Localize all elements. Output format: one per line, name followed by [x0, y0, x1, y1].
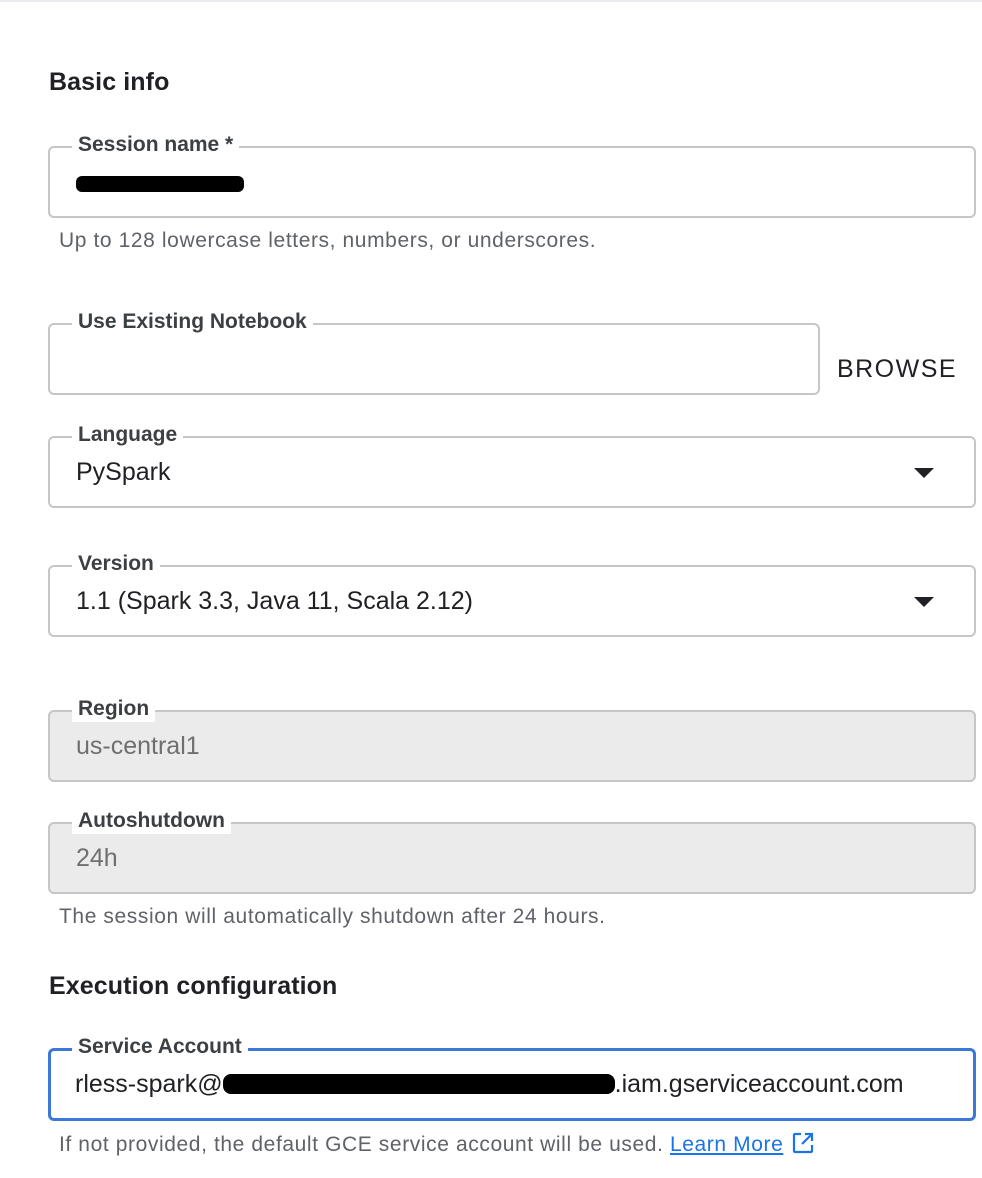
- session-name-field[interactable]: Session name *: [48, 132, 976, 218]
- session-name-redaction: [76, 176, 244, 192]
- service-account-input[interactable]: rless-spark@ .iam.gserviceaccount.com: [75, 1068, 904, 1100]
- chevron-down-icon[interactable]: [914, 468, 934, 478]
- service-account-value-suffix: .iam.gserviceaccount.com: [614, 1070, 904, 1098]
- language-value: PySpark: [76, 458, 171, 486]
- version-select[interactable]: Version 1.1 (Spark 3.3, Java 11, Scala 2…: [48, 551, 976, 637]
- section-title-execution-configuration: Execution configuration: [49, 972, 338, 1000]
- service-account-helper: If not provided, the default GCE service…: [59, 1133, 664, 1156]
- language-label: Language: [72, 422, 184, 448]
- chevron-down-icon[interactable]: [914, 597, 934, 607]
- top-divider: [0, 0, 982, 2]
- service-account-label: Service Account: [72, 1034, 248, 1060]
- service-account-field[interactable]: Service Account rless-spark@ .iam.gservic…: [48, 1034, 976, 1121]
- autoshutdown-field: Autoshutdown 24h: [48, 808, 976, 894]
- region-field: Region us-central1: [48, 696, 976, 782]
- language-select[interactable]: Language PySpark: [48, 422, 976, 508]
- service-account-value-prefix: rless-spark@: [75, 1070, 223, 1098]
- notebook-field[interactable]: Use Existing Notebook: [48, 309, 820, 395]
- region-value: us-central1: [76, 732, 200, 760]
- region-label: Region: [72, 696, 156, 722]
- service-account-redaction: [222, 1074, 615, 1094]
- service-account-helper-row: If not provided, the default GCE service…: [59, 1131, 815, 1161]
- version-value: 1.1 (Spark 3.3, Java 11, Scala 2.12): [76, 587, 473, 615]
- external-link-icon[interactable]: [791, 1131, 815, 1161]
- session-name-label: Session name *: [72, 132, 240, 158]
- browse-button[interactable]: BROWSE: [822, 345, 972, 393]
- session-name-helper: Up to 128 lowercase letters, numbers, or…: [59, 229, 597, 252]
- section-title-basic-info: Basic info: [49, 68, 170, 96]
- learn-more-link[interactable]: Learn More: [670, 1133, 783, 1156]
- autoshutdown-label: Autoshutdown: [72, 808, 231, 834]
- notebook-label: Use Existing Notebook: [72, 309, 313, 335]
- autoshutdown-helper: The session will automatically shutdown …: [59, 905, 606, 928]
- autoshutdown-value: 24h: [76, 844, 118, 872]
- version-label: Version: [72, 551, 160, 577]
